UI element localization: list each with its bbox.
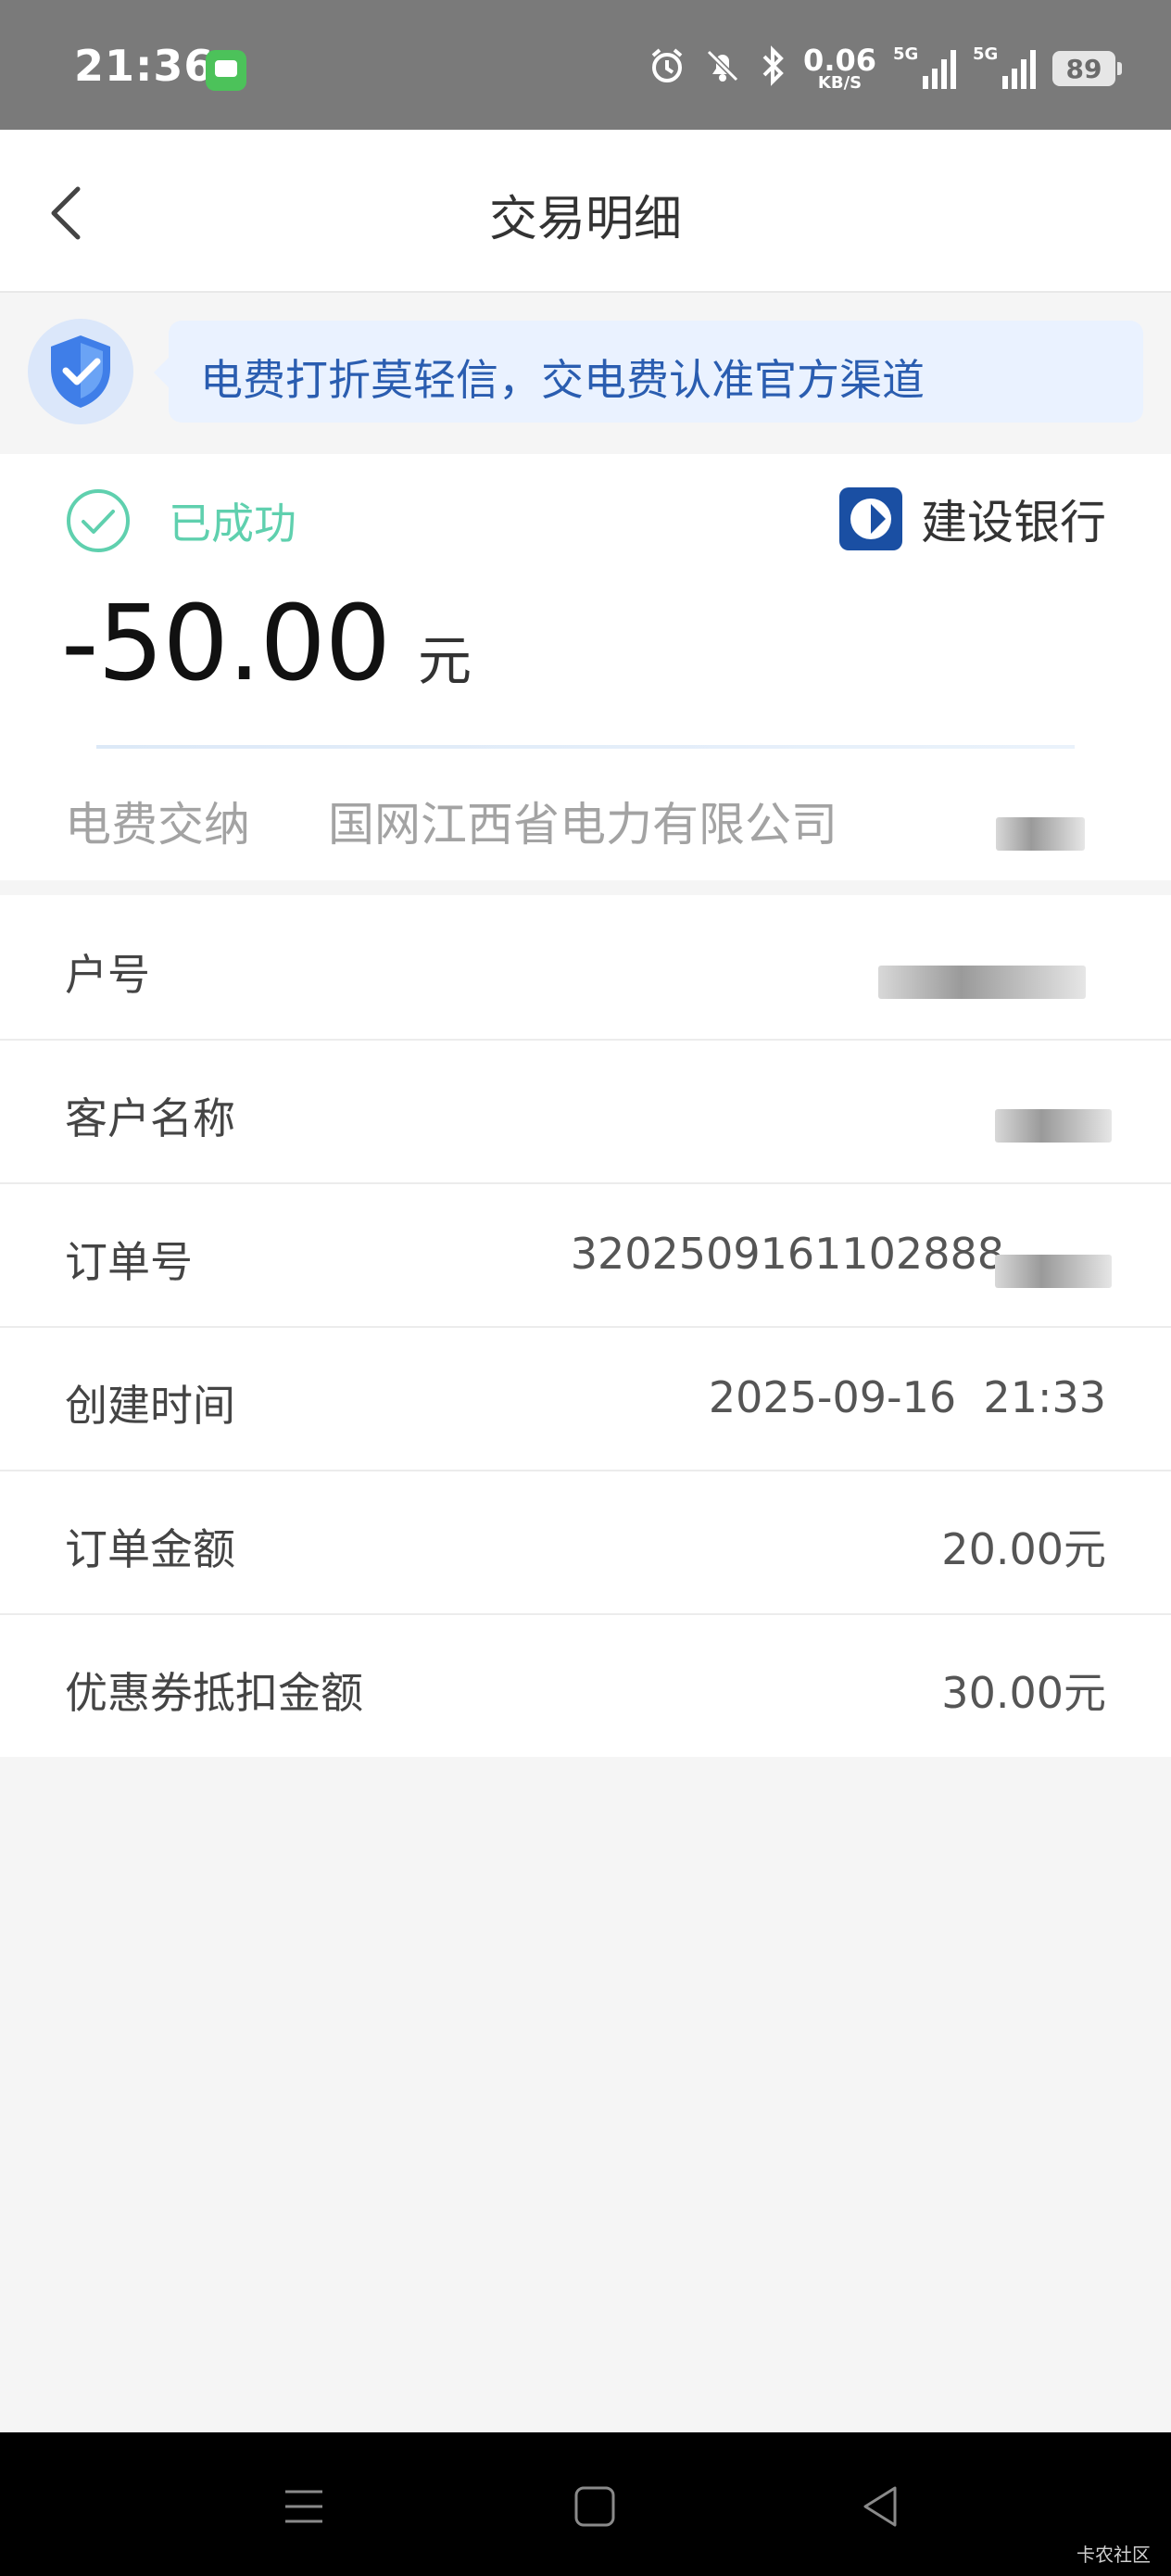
back-nav-button[interactable]: [854, 2479, 910, 2534]
status-text: 已成功: [169, 499, 296, 549]
net-speed: 0.06 KB/S: [803, 45, 876, 92]
detail-row-order-id: 订单号 32025091611028​88: [0, 1182, 1171, 1328]
status-time: 21:36: [74, 41, 215, 91]
alarm-icon: [648, 46, 686, 92]
detail-label: 创建时间: [65, 1381, 235, 1431]
menu-button[interactable]: [276, 2479, 332, 2534]
notice-text: 电费打折莫轻信，交电费认准官方渠道: [200, 355, 925, 405]
bank-info: 建设银行: [839, 486, 1106, 552]
home-icon: [574, 2486, 615, 2527]
triangle-back-icon: [863, 2486, 897, 2527]
ccb-logo-icon: [839, 487, 902, 550]
bank-name: 建设银行: [921, 496, 1106, 549]
detail-row-created-time: 创建时间 2025-09-16 21:33: [0, 1326, 1171, 1471]
net-speed-value: 0.06: [803, 43, 876, 78]
redacted-value: [878, 966, 1086, 999]
signal-icon: 5G: [893, 44, 956, 89]
detail-row-account: 户号: [0, 895, 1171, 1041]
signal-icon: 5G: [973, 44, 1036, 89]
sim1-label: 5G: [893, 44, 919, 64]
detail-label: 优惠券抵扣金额: [65, 1668, 363, 1718]
mute-icon: [703, 46, 742, 92]
shield-icon: [28, 319, 133, 424]
divider: [96, 745, 1075, 749]
redacted-value: [996, 817, 1085, 851]
menu-icon: [285, 2490, 322, 2523]
page-title: 交易明细: [488, 192, 682, 247]
status-icons: 0.06 KB/S 5G 5G 89: [648, 41, 1122, 96]
detail-label: 户号: [65, 950, 150, 1000]
detail-row-customer: 客户名称: [0, 1039, 1171, 1184]
net-speed-unit: KB/S: [817, 73, 863, 93]
detail-value: 30.00元: [941, 1668, 1106, 1718]
amount-unit: 元: [418, 629, 472, 692]
detail-value: 32025091611028​88: [570, 1229, 1004, 1279]
system-nav-bar: 卡农社区: [0, 2432, 1171, 2576]
watermark: 卡农社区: [1077, 2544, 1151, 2566]
detail-label: 客户名称: [65, 1093, 235, 1143]
detail-row-order-amount: 订单金额 20.00元: [0, 1470, 1171, 1615]
detail-label: 订单号: [65, 1237, 193, 1287]
category: 电费交纳: [65, 798, 250, 852]
battery-icon: 89: [1052, 51, 1122, 86]
redacted-value: [995, 1255, 1112, 1288]
detail-row-coupon-amount: 优惠券抵扣金额 30.00元: [0, 1613, 1171, 1757]
status-bar: 21:36 0.06 KB/S 5G 5G 89: [0, 0, 1171, 130]
detail-list: 户号 客户名称 订单号 32025091611028​88 创建时间 2025-…: [0, 895, 1171, 1757]
transaction-amount: -50.00: [61, 584, 391, 704]
message-app-icon: [206, 50, 246, 91]
business-info: 电费交纳 国网江西省电力有限公司: [65, 788, 837, 854]
header: 交易明细: [0, 130, 1171, 293]
detail-value: 2025-09-16 21:33: [708, 1372, 1106, 1422]
notice-banner: 电费打折莫轻信，交电费认准官方渠道: [0, 293, 1171, 454]
notice-bubble[interactable]: 电费打折莫轻信，交电费认准官方渠道: [154, 321, 1143, 423]
bluetooth-icon: [759, 44, 787, 93]
check-circle-icon: [67, 489, 130, 552]
detail-value: 20.00元: [941, 1524, 1106, 1574]
transaction-status: 已成功: [65, 487, 296, 554]
detail-label: 订单金额: [65, 1524, 235, 1574]
home-button[interactable]: [567, 2479, 623, 2534]
sim2-label: 5G: [973, 44, 999, 64]
amount-row: -50.00 元: [61, 584, 472, 704]
merchant-name: 国网江西省电力有限公司: [328, 798, 837, 852]
redacted-value: [995, 1109, 1112, 1143]
transaction-summary: 已成功 建设银行 -50.00 元 电费交纳 国网江西省电力有限公司: [0, 454, 1171, 880]
